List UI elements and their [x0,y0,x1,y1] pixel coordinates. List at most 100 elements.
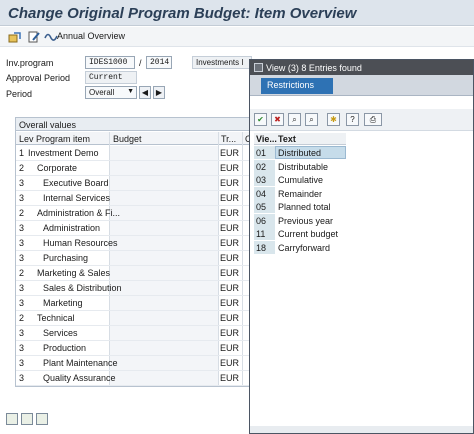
entry-text: Distributed [278,148,322,158]
expand-all-icon[interactable] [6,413,18,425]
previous-period-button[interactable]: ◀ [139,86,151,99]
table-row[interactable]: 3 Plant Maintenance EUR [16,356,250,371]
chevron-down-icon: ▼ [127,88,134,95]
table-row[interactable]: 3 Production EUR [16,341,250,356]
table-row[interactable]: 3 Internal Services EUR [16,191,250,206]
next-period-button[interactable]: ▶ [153,86,165,99]
budget-cell[interactable] [110,176,218,190]
help-icon[interactable]: ? [346,113,359,126]
find-next-icon[interactable]: ⌕ [305,113,318,126]
list-header-text: Text [278,134,296,144]
budget-cell[interactable] [110,326,218,340]
entry-text: Carryforward [278,242,331,253]
table-row[interactable]: 3 Executive Board EUR [16,176,250,191]
table-row[interactable]: 3 Quality Assurance EUR [16,371,250,386]
program-item-cell: Sales & Distribution [43,283,122,293]
table-row[interactable]: 2 Technical EUR [16,311,250,326]
annual-overview-icon[interactable] [44,30,58,44]
level-cell: 2 [19,313,25,323]
table-header: Lev Program item Budget Tr... Cu [16,132,250,145]
currency-cell: EUR [220,163,240,173]
list-item[interactable]: 06 Previous year [254,213,346,227]
settings-layout-icon[interactable] [36,413,48,425]
program-item-cell: Human Resources [43,238,118,248]
entry-text: Remainder [278,188,323,199]
budget-cell[interactable] [110,146,218,160]
print-icon[interactable]: ⎙ [364,113,382,126]
level-cell: 3 [19,328,25,338]
program-item-cell: Quality Assurance [43,373,116,383]
column-header-program-item[interactable]: Lev Program item [19,134,90,144]
budget-cell[interactable] [110,356,218,370]
list-item[interactable]: 04 Remainder [254,186,346,200]
list-item[interactable]: 03 Cumulative [254,173,346,186]
budget-cell[interactable] [110,296,218,310]
budget-cell[interactable] [110,341,218,355]
list-item[interactable]: 01 Distributed [254,146,346,159]
currency-cell: EUR [220,238,240,248]
find-icon[interactable]: ⌕ [288,113,301,126]
table-row[interactable]: 3 Administration EUR [16,221,250,236]
table-row[interactable]: 3 Human Resources EUR [16,236,250,251]
popup-bottom-edge [250,426,473,433]
table-row[interactable]: 3 Sales & Distribution EUR [16,281,250,296]
budget-cell[interactable] [110,161,218,175]
new-entry-icon[interactable]: ✱ [327,113,340,126]
level-cell: 3 [19,193,25,203]
program-item-cell: Internal Services [43,193,111,203]
column-header-budget[interactable]: Budget [113,134,142,144]
list-header-code: Vie... [256,134,277,144]
list-item[interactable]: 02 Distributable [254,159,346,173]
list-item[interactable]: 18 Carryforward [254,240,346,254]
level-cell: 1 [19,148,25,158]
approval-year-field[interactable]: 2014 [146,56,172,69]
table-row[interactable]: 1 Investment Demo EUR [16,146,250,161]
currency-cell: EUR [220,313,240,323]
currency-cell: EUR [220,298,240,308]
list-item[interactable]: 11 Current budget [254,227,346,240]
table-row[interactable]: 3 Services EUR [16,326,250,341]
level-cell: 3 [19,373,25,383]
table-row[interactable]: 2 Marketing & Sales EUR [16,266,250,281]
entry-code: 05 [254,200,275,213]
popup-title: View (3) 8 Entries found [266,63,362,73]
display-change-icon[interactable] [8,30,22,44]
level-cell: 3 [19,343,25,353]
budget-cell[interactable] [110,311,218,325]
table-row[interactable]: 3 Marketing EUR [16,296,250,311]
edit-pencil-icon[interactable] [27,30,41,44]
currency-cell: EUR [220,358,240,368]
budget-cell[interactable] [110,191,218,205]
table-row[interactable]: 3 Purchasing EUR [16,251,250,266]
column-header-transaction-currency[interactable]: Tr... [221,134,236,144]
budget-cell[interactable] [110,251,218,265]
budget-cell[interactable] [110,236,218,250]
program-item-cell: Corporate [37,163,78,173]
budget-cell[interactable] [110,281,218,295]
table-row[interactable]: 2 Corporate EUR [16,161,250,176]
budget-cell[interactable] [110,266,218,280]
tab-restrictions[interactable]: Restrictions [261,78,333,94]
cancel-icon[interactable]: ✖ [271,113,284,126]
budget-cell[interactable] [110,206,218,220]
level-cell: 3 [19,223,25,233]
entry-code: 03 [254,173,275,186]
entry-code: 02 [254,159,275,173]
inv-program-field[interactable]: IDES1000 [85,56,135,69]
entry-code: 11 [254,227,275,240]
entry-code: 18 [254,240,275,254]
currency-cell: EUR [220,328,240,338]
period-dropdown[interactable]: Overall ▼ [85,86,137,99]
collapse-all-icon[interactable] [21,413,33,425]
currency-cell: EUR [220,223,240,233]
annual-overview-button[interactable]: Annual Overview [57,31,125,41]
check-icon[interactable]: ✔ [254,113,267,126]
level-cell: 3 [19,253,25,263]
list-item[interactable]: 05 Planned total [254,200,346,213]
program-item-cell: Services [43,328,78,338]
currency-cell: EUR [220,373,240,383]
table-row[interactable]: 2 Administration & Fi... EUR [16,206,250,221]
program-item-cell: Marketing & Sales [37,268,111,278]
budget-cell[interactable] [110,221,218,235]
budget-cell[interactable] [110,371,218,385]
